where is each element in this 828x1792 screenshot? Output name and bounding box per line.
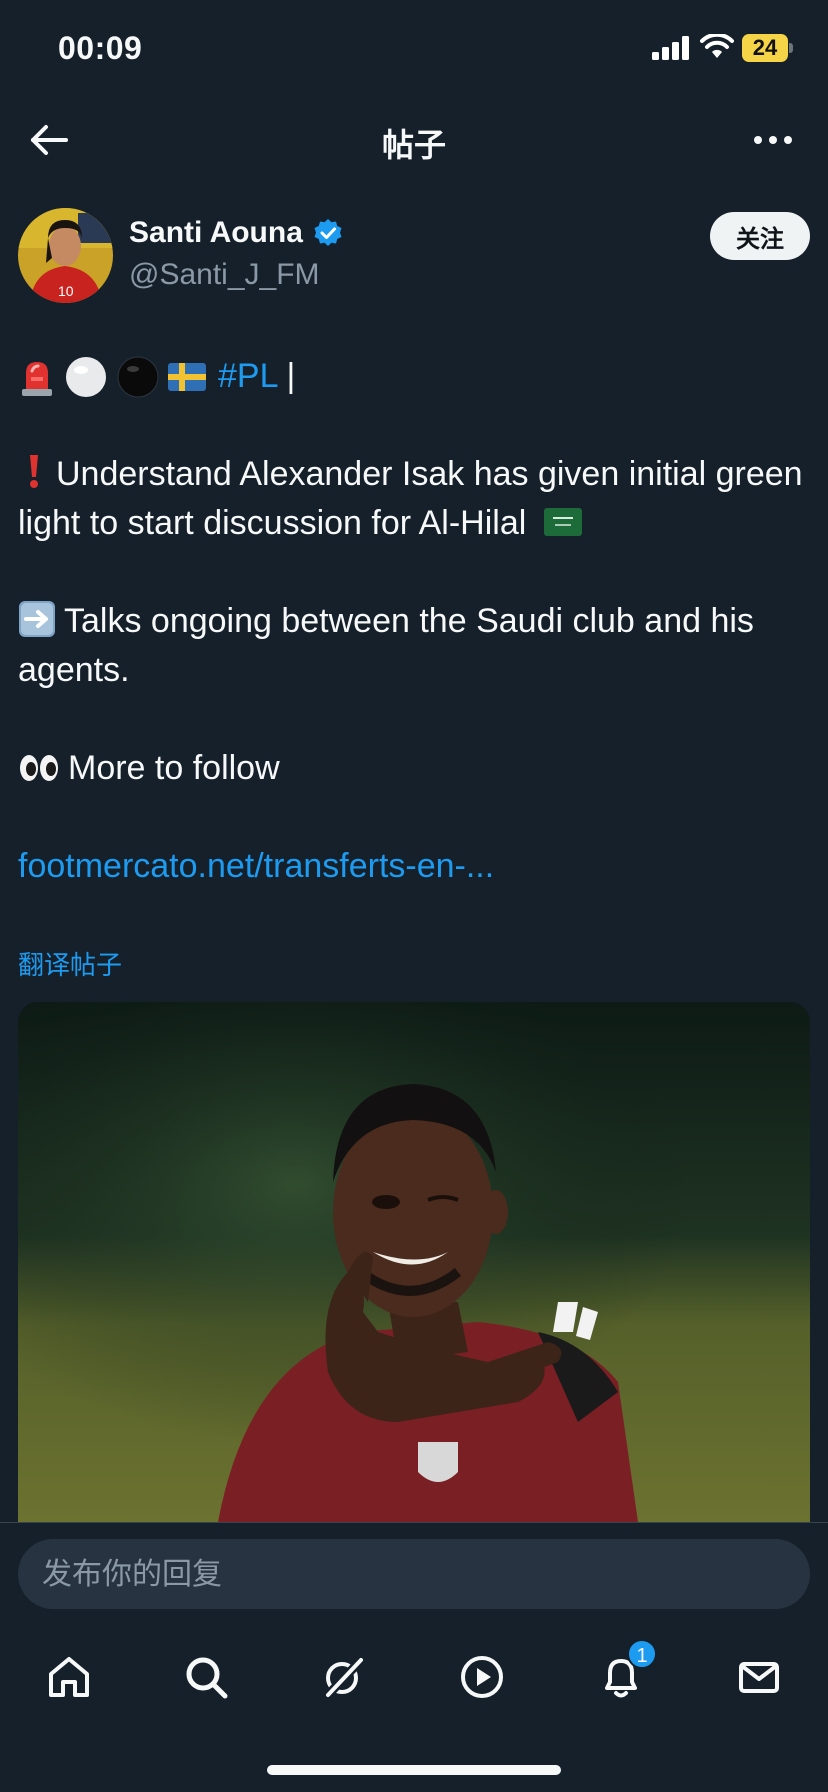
player-photo <box>18 1002 810 1522</box>
saudi-flag-icon <box>543 508 582 536</box>
post-text-3: More to follow <box>68 749 280 787</box>
translate-post-link[interactable]: 翻译帖子 <box>18 945 122 982</box>
reply-bar <box>0 1523 828 1623</box>
avatar[interactable]: 10 <box>18 208 113 303</box>
white-circle-icon <box>66 356 106 397</box>
post-emoji-row: #PL | <box>18 352 810 401</box>
post-link[interactable]: footmercato.net/transferts-en-... <box>18 847 494 885</box>
separator-text: | <box>286 357 296 395</box>
bottom-tab-bar: 1 <box>0 1623 828 1733</box>
messages-icon <box>739 1662 779 1693</box>
battery-icon: 24 <box>742 34 793 62</box>
grok-icon <box>323 1654 367 1700</box>
page-title: 帖子 <box>381 126 446 164</box>
top-nav: 帖子 <box>0 100 828 180</box>
siren-icon <box>22 361 52 396</box>
battery-level: 24 <box>752 35 778 60</box>
tab-home[interactable] <box>39 1647 99 1707</box>
black-circle-icon <box>117 356 159 397</box>
eyes-icon <box>20 755 58 781</box>
verified-badge-icon <box>314 219 342 246</box>
post-text-1: Understand Alexander Isak has given init… <box>18 455 803 542</box>
more-icon <box>754 136 792 144</box>
home-indicator[interactable] <box>267 1765 561 1775</box>
post-author: 10 Santi Aouna @Santi_J_FM 关注 <box>18 208 810 304</box>
notification-badge: 1 <box>627 1639 657 1669</box>
exclamation-icon <box>30 455 38 488</box>
post-media-image[interactable] <box>18 1002 810 1522</box>
reply-input[interactable] <box>18 1539 810 1609</box>
follow-button[interactable]: 关注 <box>710 212 810 260</box>
author-name-text: Santi Aouna <box>129 216 303 249</box>
home-icon <box>49 1657 89 1697</box>
author-handle[interactable]: @Santi_J_FM <box>129 258 320 292</box>
right-arrow-icon <box>19 601 55 637</box>
tab-grok[interactable] <box>314 1647 374 1707</box>
tab-video[interactable] <box>452 1647 512 1707</box>
tab-notifications[interactable]: 1 <box>591 1639 657 1707</box>
tab-messages[interactable] <box>729 1647 789 1707</box>
tab-search[interactable] <box>176 1647 236 1707</box>
post-paragraph-2: Talks ongoing between the Saudi club and… <box>18 597 810 695</box>
more-options-button[interactable] <box>748 122 798 158</box>
video-icon <box>461 1656 503 1698</box>
post-text-2: Talks ongoing between the Saudi club and… <box>18 602 754 689</box>
status-time: 00:09 <box>58 30 143 66</box>
signal-icon <box>652 36 689 60</box>
post-paragraph-3: More to follow <box>18 744 810 793</box>
svg-text:10: 10 <box>58 283 74 299</box>
post-body: #PL | Understand Alexander Isak has give… <box>18 352 810 891</box>
status-bar: 00:09 24 <box>0 0 828 100</box>
author-name[interactable]: Santi Aouna <box>129 216 343 250</box>
post-paragraph-1: Understand Alexander Isak has given init… <box>18 450 810 548</box>
sweden-flag-icon <box>168 362 206 391</box>
hashtag-link[interactable]: #PL <box>218 352 279 401</box>
search-icon <box>186 1657 228 1699</box>
wifi-icon <box>700 34 734 58</box>
